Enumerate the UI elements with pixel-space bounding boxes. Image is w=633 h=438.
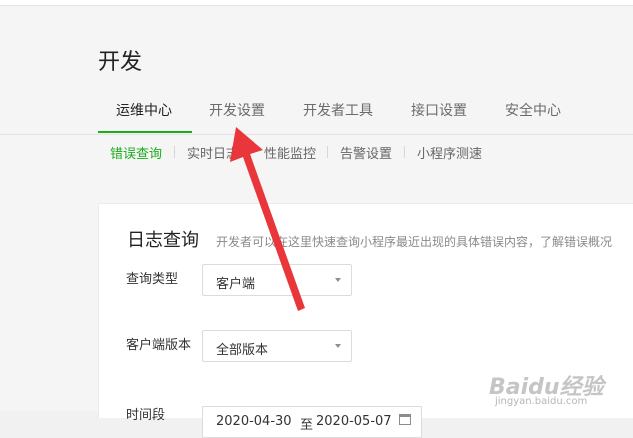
date-to-separator: 至 <box>300 418 314 433</box>
baidu-watermark: Baidu经验 jingyan.baidu.com <box>489 369 629 407</box>
client-version-label: 客户端版本 <box>126 338 192 353</box>
query-type-select[interactable]: 客户端 <box>202 264 352 296</box>
client-version-value: 全部版本 <box>216 343 269 358</box>
active-tab-indicator <box>98 131 192 133</box>
calendar-icon <box>399 414 411 425</box>
query-type-label: 查询类型 <box>126 272 179 287</box>
chevron-down-icon <box>335 344 341 348</box>
tab-dev-tools[interactable]: 开发者工具 <box>303 100 373 120</box>
subnav-separator <box>250 146 251 158</box>
watermark-url: jingyan.baidu.com <box>495 396 588 407</box>
tab-security-center[interactable]: 安全中心 <box>505 100 561 120</box>
query-type-value: 客户端 <box>216 277 256 292</box>
tab-api-settings[interactable]: 接口设置 <box>411 100 467 120</box>
sub-navigation: 错误查询 实时日志 性能监控 告警设置 小程序测速 <box>98 137 633 165</box>
subnav-speed-test[interactable]: 小程序测速 <box>417 143 482 162</box>
date-start: 2020-04-30 <box>216 414 292 429</box>
tab-ops-center[interactable]: 运维中心 <box>116 100 172 120</box>
subnav-separator <box>327 146 328 158</box>
log-query-description: 开发者可以在这里快速查询小程序最近出现的具体错误内容，了解错误概况 <box>216 235 613 249</box>
subnav-performance[interactable]: 性能监控 <box>264 143 316 162</box>
time-range-label: 时间段 <box>126 408 166 423</box>
subnav-separator <box>404 146 405 158</box>
main-page: 开发 运维中心 开发设置 开发者工具 接口设置 安全中心 错误查询 实时日志 性… <box>0 6 633 438</box>
subnav-error-query[interactable]: 错误查询 <box>110 143 162 162</box>
log-query-title: 日志查询 <box>127 230 199 251</box>
subnav-alert-settings[interactable]: 告警设置 <box>340 143 392 162</box>
chevron-down-icon <box>335 278 341 282</box>
subnav-separator <box>174 146 175 158</box>
page-title: 开发 <box>98 50 143 75</box>
tabs-divider <box>0 134 633 135</box>
subnav-realtime-log[interactable]: 实时日志 <box>187 143 239 162</box>
client-version-select[interactable]: 全部版本 <box>202 330 352 362</box>
date-end: 2020-05-07 <box>316 414 392 429</box>
main-tabs: 运维中心 开发设置 开发者工具 接口设置 安全中心 <box>98 90 633 134</box>
tab-dev-settings[interactable]: 开发设置 <box>209 100 265 120</box>
